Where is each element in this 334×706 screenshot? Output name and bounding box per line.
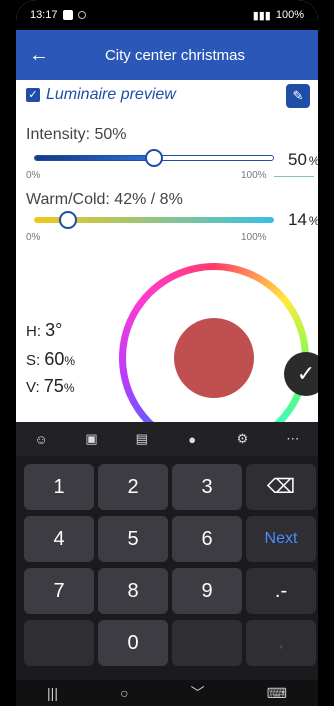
signal-icon: ▮▮▮ xyxy=(252,9,271,22)
status-time: 13:17 xyxy=(30,9,58,21)
warm-cold-unit: % xyxy=(309,214,318,228)
notification-dot-icon xyxy=(77,11,86,19)
warm-cold-value: 14 xyxy=(288,210,307,229)
blank-key xyxy=(172,620,242,666)
battery-level: 100% xyxy=(275,9,304,21)
value-value: 75 xyxy=(43,376,64,396)
value-unit: % xyxy=(63,381,75,395)
intensity-value: 50 xyxy=(288,150,307,169)
key-7[interactable]: 7 xyxy=(24,568,94,614)
next-key[interactable]: Next xyxy=(246,516,316,562)
hue-label: H: xyxy=(26,323,41,340)
intensity-min-label: 0% xyxy=(26,170,41,181)
keyboard-toolbar: ☺ ▣ ▤ ● ⚙ ⋯ xyxy=(16,422,318,456)
hue-readout: H: 3° xyxy=(26,320,62,341)
intensity-max-label: 100% xyxy=(241,170,267,181)
key-1[interactable]: 1 xyxy=(24,464,94,510)
intensity-unit: % xyxy=(309,154,318,168)
key-8[interactable]: 8 xyxy=(98,568,168,614)
phone-screen: 13:17 ▮▮▮ 100% ← City center christmas ✓… xyxy=(16,0,318,706)
saturation-label: S: xyxy=(26,352,41,369)
status-bar: 13:17 ▮▮▮ 100% xyxy=(16,0,318,30)
intensity-field-underline xyxy=(274,176,314,177)
more-icon[interactable]: ⋯ xyxy=(282,431,304,447)
emoji-icon[interactable]: ☺ xyxy=(30,432,52,447)
navigation-bar: ||| ○ ﹀ ⌨ xyxy=(16,680,318,706)
gallery-icon xyxy=(62,10,73,20)
warm-cold-slider-handle[interactable] xyxy=(58,211,77,229)
comma-key[interactable]: , xyxy=(246,620,316,666)
saturation-unit: % xyxy=(64,354,76,368)
preview-checkbox[interactable]: ✓ xyxy=(26,88,40,102)
value-readout: V: 75% xyxy=(26,376,75,397)
home-icon[interactable]: ○ xyxy=(120,685,128,701)
key-5[interactable]: 5 xyxy=(98,516,168,562)
app-bar: ← City center christmas xyxy=(16,30,318,80)
backspace-icon[interactable]: ⌫ xyxy=(246,464,316,510)
back-icon[interactable]: ﹀ xyxy=(191,683,205,703)
key-3[interactable]: 3 xyxy=(172,464,242,510)
intensity-slider-handle[interactable] xyxy=(145,149,163,167)
microphone-icon[interactable]: ● xyxy=(181,432,203,447)
warm-cold-max-label: 100% xyxy=(241,232,267,243)
warm-cold-min-label: 0% xyxy=(26,232,41,243)
intensity-label: Intensity: 50% xyxy=(26,126,127,143)
preview-label: Luminaire preview xyxy=(46,86,176,103)
warm-cold-label: Warm/Cold: 42% / 8% xyxy=(26,191,183,208)
pencil-icon[interactable]: ✎ xyxy=(286,84,310,108)
key-2[interactable]: 2 xyxy=(98,464,168,510)
key-6[interactable]: 6 xyxy=(172,516,242,562)
dot-minus-key[interactable]: .- xyxy=(246,568,316,614)
key-4[interactable]: 4 xyxy=(24,516,94,562)
saturation-readout: S: 60% xyxy=(26,349,75,370)
numeric-keyboard: 1 2 3 ⌫ 4 5 6 Next 7 8 9 .- 0 , xyxy=(16,456,318,680)
luminaire-preview-toggle[interactable]: ✓ Luminaire preview xyxy=(26,86,176,104)
clipboard-icon[interactable]: ▣ xyxy=(80,431,102,447)
key-0[interactable]: 0 xyxy=(98,620,168,666)
recent-apps-icon[interactable]: ||| xyxy=(47,685,58,701)
settings-icon[interactable]: ⚙ xyxy=(231,431,253,447)
value-label: V: xyxy=(26,379,40,396)
color-preview-swatch xyxy=(174,318,254,398)
keyboard-icon[interactable]: ⌨ xyxy=(267,685,287,702)
arrow-left-icon[interactable]: ← xyxy=(16,44,62,67)
blank-key xyxy=(24,620,94,666)
key-9[interactable]: 9 xyxy=(172,568,242,614)
page-title: City center christmas xyxy=(104,46,246,64)
notes-icon[interactable]: ▤ xyxy=(131,431,153,447)
saturation-value: 60 xyxy=(44,349,65,369)
intensity-value-field[interactable]: 50% xyxy=(288,150,318,170)
hue-value: 3° xyxy=(45,320,63,340)
warm-cold-value-field[interactable]: 14% xyxy=(288,210,318,230)
